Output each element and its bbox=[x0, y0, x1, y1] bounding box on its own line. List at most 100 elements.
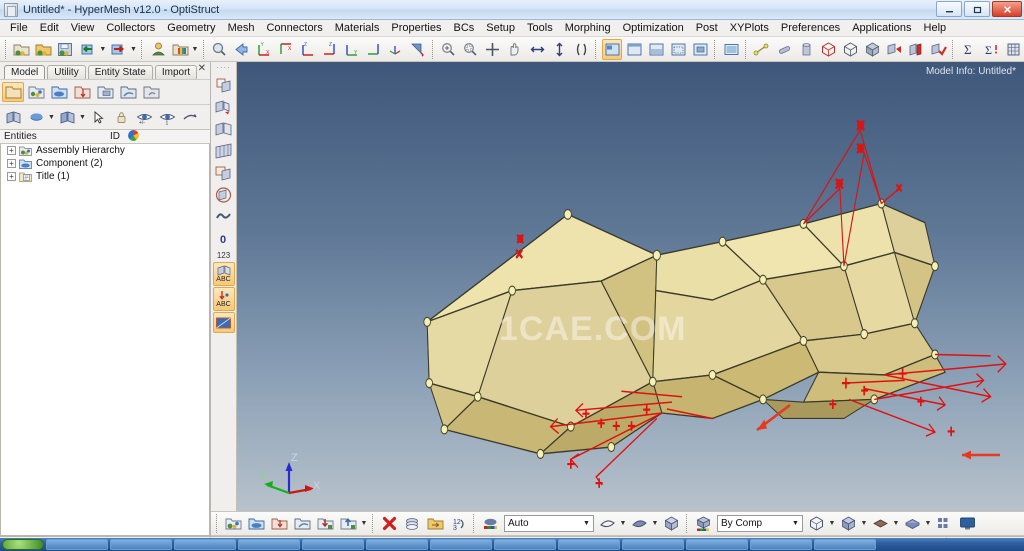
fit-icon[interactable] bbox=[483, 39, 503, 60]
open-model-icon[interactable] bbox=[12, 39, 32, 60]
find-icon[interactable] bbox=[210, 39, 230, 60]
pointer-icon[interactable] bbox=[87, 107, 109, 127]
taskbar-item[interactable] bbox=[430, 539, 492, 550]
menu-properties[interactable]: Properties bbox=[385, 21, 447, 35]
summary-icon[interactable]: Σ bbox=[959, 39, 979, 60]
view-zx-icon[interactable]: Z bbox=[298, 39, 318, 60]
collector-icon[interactable] bbox=[223, 513, 244, 534]
single-window-icon[interactable] bbox=[601, 38, 623, 60]
view-yx-icon[interactable]: X bbox=[276, 39, 296, 60]
screen-blue-icon[interactable] bbox=[212, 312, 235, 333]
save-model-icon[interactable] bbox=[56, 39, 76, 60]
line-icon[interactable] bbox=[774, 39, 794, 60]
abc-load-icon[interactable]: ABC bbox=[212, 287, 235, 311]
taskbar-item[interactable] bbox=[686, 539, 748, 550]
close-button[interactable] bbox=[992, 1, 1022, 17]
export-up-icon[interactable] bbox=[338, 513, 359, 534]
matrix-icon[interactable] bbox=[1003, 39, 1023, 60]
element-shade-icon[interactable] bbox=[870, 513, 891, 534]
menu-help[interactable]: Help bbox=[918, 21, 953, 35]
import-caret[interactable]: ▼ bbox=[130, 39, 138, 60]
arrow-ud-icon[interactable] bbox=[549, 39, 569, 60]
mesh-mode-select[interactable]: Auto ▼ bbox=[504, 515, 594, 532]
mesh-check-icon[interactable] bbox=[928, 39, 948, 60]
surface-shade-caret[interactable]: ▼ bbox=[651, 513, 659, 534]
import-down-icon[interactable] bbox=[315, 513, 336, 534]
delete-icon[interactable] bbox=[379, 513, 400, 534]
tree-item-title[interactable]: + Title (1) bbox=[1, 170, 209, 183]
tree-item-assembly-hierarchy[interactable]: + Assembly Hierarchy bbox=[1, 144, 209, 157]
taskbar-item[interactable] bbox=[46, 539, 108, 550]
menu-tools[interactable]: Tools bbox=[521, 21, 559, 35]
arrow-back-icon[interactable] bbox=[232, 39, 252, 60]
menu-preferences[interactable]: Preferences bbox=[775, 21, 846, 35]
mesh-blue-icon[interactable] bbox=[906, 39, 926, 60]
menu-morphing[interactable]: Morphing bbox=[559, 21, 617, 35]
view-rotate-icon[interactable] bbox=[408, 39, 428, 60]
import-solver-deck-icon[interactable] bbox=[109, 39, 129, 60]
toolbar-grip[interactable]: ···· bbox=[216, 64, 231, 72]
menu-bcs[interactable]: BCs bbox=[448, 21, 481, 35]
expander-icon[interactable]: + bbox=[7, 146, 16, 155]
mesh-window-icon[interactable] bbox=[213, 162, 235, 183]
element-solid-caret[interactable]: ▼ bbox=[924, 513, 932, 534]
import-model-icon[interactable] bbox=[34, 39, 54, 60]
menu-optimization[interactable]: Optimization bbox=[617, 21, 690, 35]
taskbar-item[interactable] bbox=[814, 539, 876, 550]
geometry-icon[interactable] bbox=[56, 107, 78, 127]
tab-import[interactable]: Import bbox=[154, 65, 198, 79]
display-one-icon[interactable]: 1 bbox=[156, 107, 178, 127]
mesh-flow-icon[interactable] bbox=[213, 206, 235, 227]
geometry-caret[interactable]: ▼ bbox=[79, 114, 86, 121]
shade-mode-icon[interactable] bbox=[480, 513, 501, 534]
color-collectors-icon[interactable] bbox=[170, 39, 190, 60]
mesh-red-icon[interactable] bbox=[884, 39, 904, 60]
load-collector-icon[interactable] bbox=[269, 513, 290, 534]
mask-icon[interactable] bbox=[2, 107, 24, 127]
copy-layers-icon[interactable] bbox=[402, 513, 423, 534]
mesh-red-arrow-icon[interactable] bbox=[213, 96, 235, 117]
graphics-viewport[interactable]: Model Info: Untitled* 1CAE.COM Z Y X bbox=[237, 62, 1024, 511]
arrow-lr-icon[interactable] bbox=[527, 39, 547, 60]
taskbar-item[interactable] bbox=[558, 539, 620, 550]
shade-caret[interactable]: ▼ bbox=[860, 513, 868, 534]
material-icon[interactable] bbox=[117, 82, 139, 102]
tab-model[interactable]: Model bbox=[4, 65, 46, 79]
summary-warn-icon[interactable]: Σ bbox=[981, 39, 1001, 60]
menu-view[interactable]: View bbox=[65, 21, 101, 35]
capture-icon[interactable] bbox=[721, 39, 741, 60]
export-caret[interactable]: ▼ bbox=[360, 513, 368, 534]
mesh-page-icon[interactable] bbox=[213, 74, 235, 95]
wire-caret[interactable]: ▼ bbox=[828, 513, 836, 534]
renumber-icon[interactable]: 12 3 bbox=[448, 513, 469, 534]
zoom-in-icon[interactable] bbox=[439, 39, 459, 60]
color-cube-icon[interactable] bbox=[693, 513, 714, 534]
node-zero-icon[interactable]: 0 bbox=[213, 228, 235, 249]
assembly-icon[interactable] bbox=[25, 82, 47, 102]
wire-cube-icon[interactable] bbox=[806, 513, 827, 534]
reverse-icon[interactable] bbox=[179, 107, 201, 127]
window-2-icon[interactable] bbox=[624, 39, 644, 60]
color-wheel-icon[interactable] bbox=[128, 130, 139, 144]
menu-file[interactable]: File bbox=[4, 21, 34, 35]
circle-arc-icon[interactable] bbox=[571, 39, 591, 60]
start-button[interactable] bbox=[2, 539, 44, 550]
menu-setup[interactable]: Setup bbox=[480, 21, 521, 35]
box-solid-icon[interactable] bbox=[862, 39, 882, 60]
menu-materials[interactable]: Materials bbox=[329, 21, 386, 35]
mesh-plain-icon[interactable] bbox=[213, 118, 235, 139]
display-plusminus-icon[interactable]: +/- bbox=[133, 107, 155, 127]
tab-entity-state[interactable]: Entity State bbox=[87, 65, 153, 79]
lock-icon[interactable] bbox=[110, 107, 132, 127]
menu-geometry[interactable]: Geometry bbox=[161, 21, 221, 35]
surface-shade-icon[interactable] bbox=[629, 513, 650, 534]
shade-caret[interactable]: ▼ bbox=[48, 114, 55, 121]
monitor-icon[interactable] bbox=[957, 513, 978, 534]
component-icon[interactable] bbox=[48, 82, 70, 102]
mesh-grid-icon[interactable] bbox=[213, 140, 235, 161]
taskbar-item[interactable] bbox=[174, 539, 236, 550]
group-icon[interactable] bbox=[140, 82, 162, 102]
taskbar-item[interactable] bbox=[622, 539, 684, 550]
tab-utility[interactable]: Utility bbox=[47, 65, 86, 79]
expander-icon[interactable]: + bbox=[7, 172, 16, 181]
